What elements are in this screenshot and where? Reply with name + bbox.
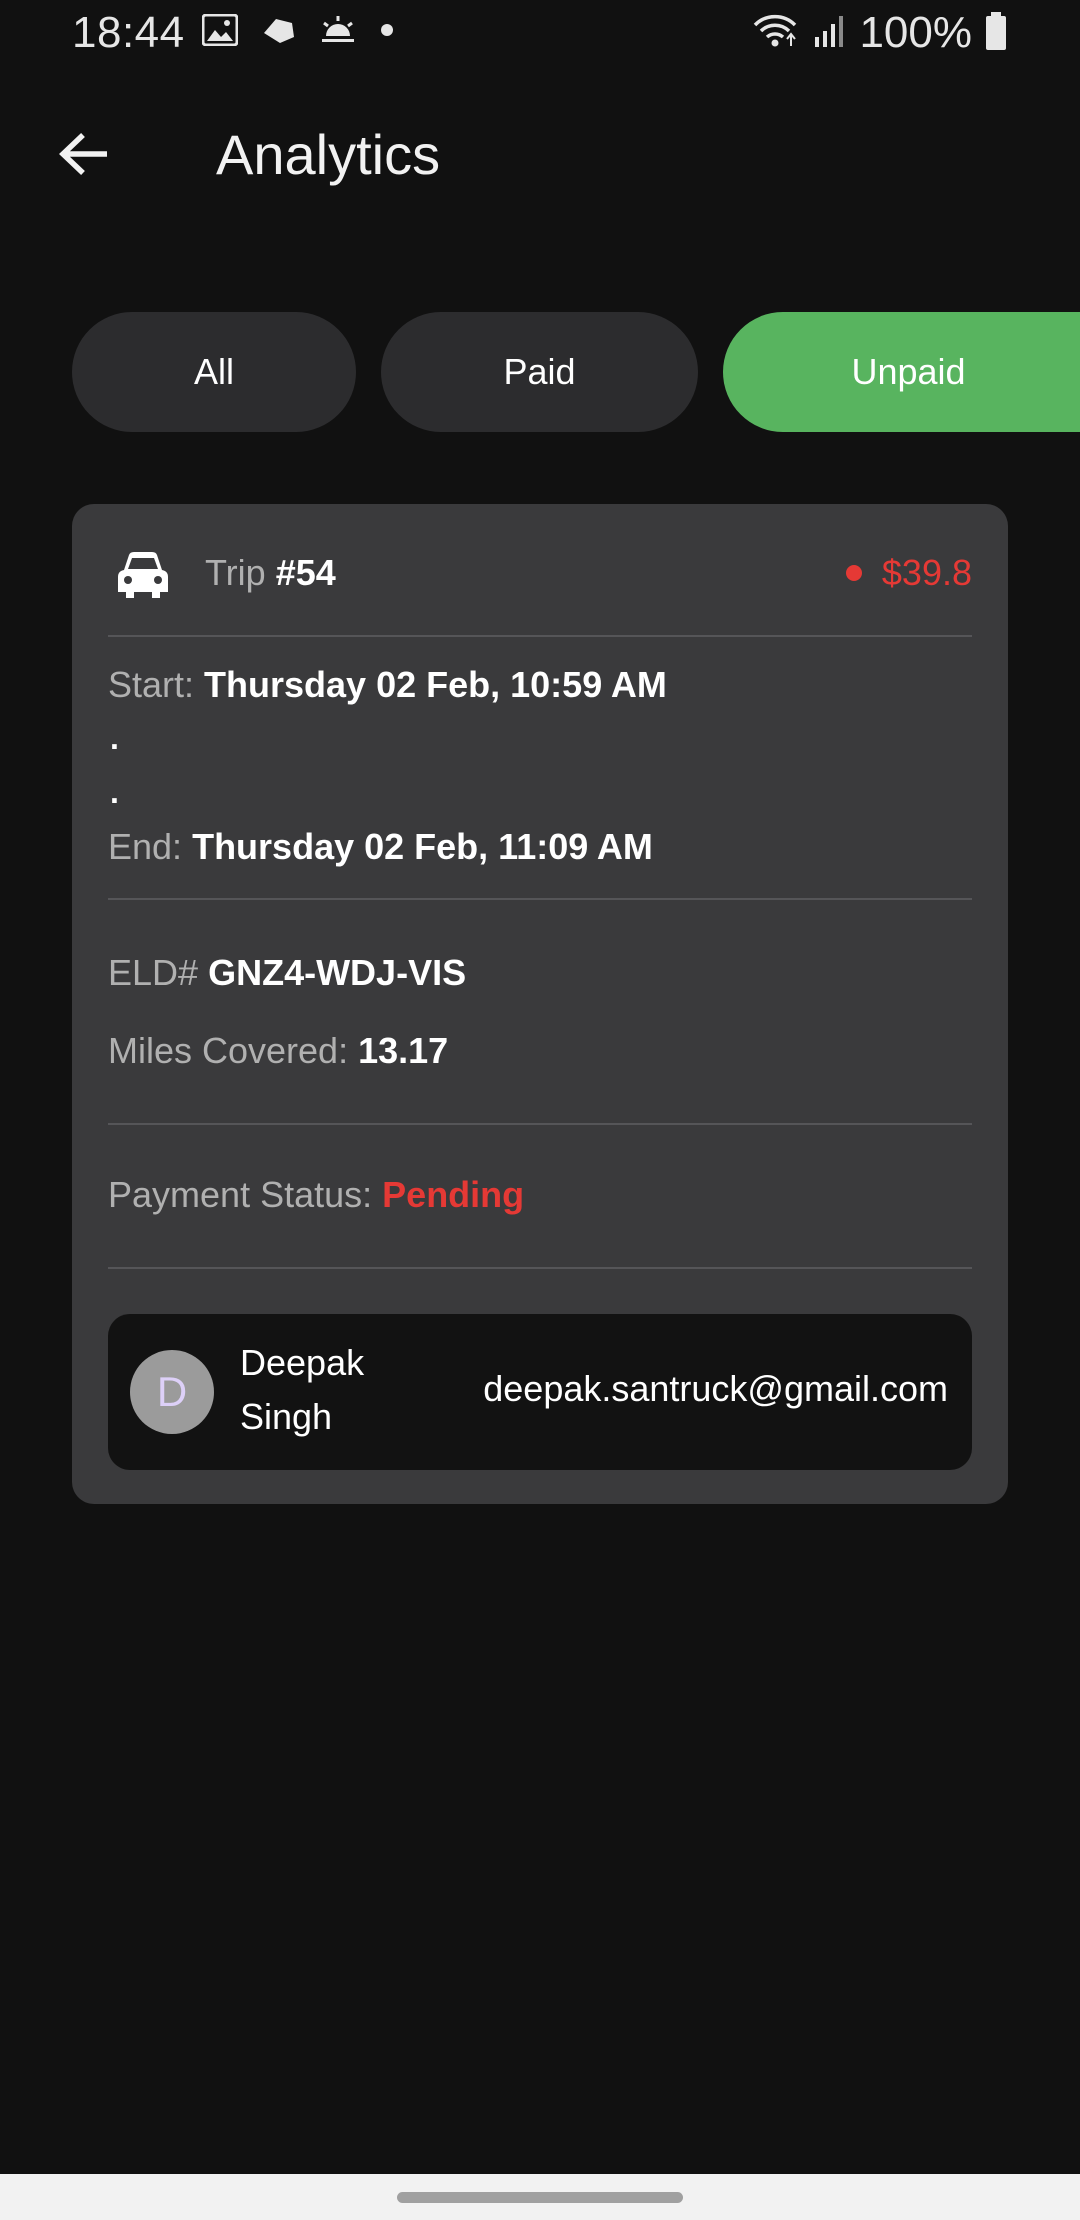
- payment-label: Payment Status:: [108, 1174, 373, 1215]
- payment-status-badge: Pending: [382, 1174, 525, 1215]
- end-label: End:: [108, 826, 183, 867]
- status-bar: 18:44 100%: [0, 0, 1080, 72]
- trip-card[interactable]: Trip #54 $39.8 Start: Thursday 02 Feb, 1…: [72, 504, 1008, 1504]
- arrow-left-icon: [57, 130, 111, 183]
- start-label: Start:: [108, 664, 195, 705]
- status-time: 18:44: [72, 8, 185, 57]
- dot-separator: .: [110, 720, 119, 756]
- divider: [108, 898, 972, 900]
- tab-paid-label: Paid: [503, 351, 576, 392]
- wifi-icon: [751, 13, 799, 54]
- user-email: deepak.santruck@gmail.com: [483, 1368, 948, 1409]
- cloud-icon: [260, 15, 296, 45]
- amount-value: $39.8: [881, 552, 972, 593]
- miles-label: Miles Covered:: [108, 1030, 349, 1071]
- tab-all-label: All: [193, 351, 234, 392]
- status-dot-icon: [845, 565, 862, 581]
- status-right: 100%: [751, 8, 1008, 58]
- battery-icon: [984, 11, 1008, 56]
- battery-percent: 100%: [859, 8, 972, 57]
- home-handle[interactable]: [397, 2192, 683, 2203]
- user-name: Deepak Singh: [240, 1342, 365, 1437]
- system-nav-bar: [0, 2174, 1080, 2220]
- payment-status: Payment Status: Pending: [108, 1174, 524, 1216]
- divider: [108, 635, 972, 637]
- trip-title: Trip #54: [205, 552, 336, 594]
- miles-value: 13.17: [358, 1030, 449, 1071]
- tab-unpaid-label: Unpaid: [851, 351, 966, 392]
- filter-tabs: All Paid Unpaid: [0, 312, 1080, 432]
- tab-paid[interactable]: Paid: [381, 312, 698, 432]
- app-bar: Analytics: [0, 100, 1080, 212]
- eld-label: ELD#: [108, 952, 199, 993]
- image-icon: [202, 14, 238, 46]
- trip-amount: $39.8: [845, 552, 972, 594]
- tab-unpaid[interactable]: Unpaid: [723, 312, 1080, 432]
- trip-prefix: Trip: [205, 552, 266, 593]
- miles-covered: Miles Covered: 13.17: [108, 1030, 448, 1072]
- start-time: Start: Thursday 02 Feb, 10:59 AM: [108, 664, 667, 706]
- sunrise-icon: [318, 14, 358, 46]
- end-time: End: Thursday 02 Feb, 11:09 AM: [108, 826, 653, 868]
- avatar: D: [130, 1350, 214, 1434]
- status-left-icons: [202, 14, 394, 46]
- page-title: Analytics: [216, 123, 441, 186]
- user-row[interactable]: D Deepak Singh deepak.santruck@gmail.com: [108, 1314, 972, 1470]
- eld-value: GNZ4-WDJ-VIS: [208, 952, 467, 993]
- screen: 18:44 100% Analytics All Paid Unpaid Tri…: [0, 0, 1080, 2220]
- divider: [108, 1123, 972, 1125]
- tab-all[interactable]: All: [72, 312, 356, 432]
- signal-icon: [811, 13, 847, 54]
- start-value: Thursday 02 Feb, 10:59 AM: [204, 664, 667, 705]
- dot-separator: .: [110, 774, 119, 810]
- end-value: Thursday 02 Feb, 11:09 AM: [192, 826, 653, 867]
- trip-card-header: Trip #54 $39.8: [72, 504, 1008, 636]
- divider: [108, 1267, 972, 1269]
- eld-number: ELD# GNZ4-WDJ-VIS: [108, 952, 466, 994]
- dot-icon: [380, 23, 394, 37]
- back-button[interactable]: [46, 124, 122, 188]
- trip-number: #54: [275, 552, 336, 593]
- car-icon: [114, 550, 172, 605]
